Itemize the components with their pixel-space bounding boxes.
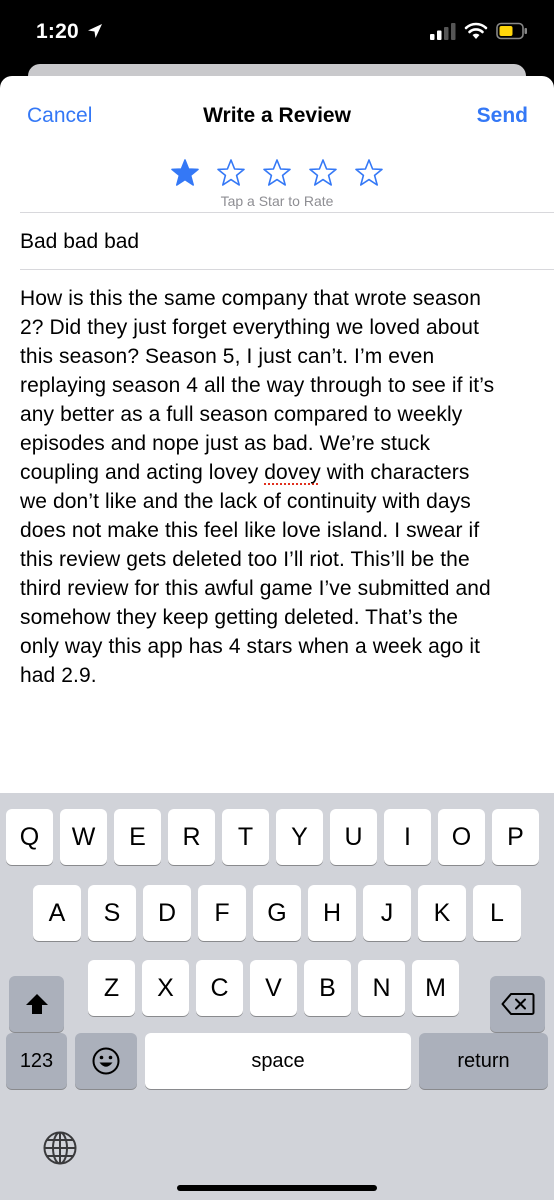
key-k[interactable]: K [418,885,466,941]
review-body-line: any better as a full season compared to … [20,403,463,426]
return-key[interactable]: return [419,1033,548,1089]
divider [20,212,554,213]
review-body-line: this season? Season 5, I just can’t. I’m… [20,345,435,368]
review-body-line: only way this app has 4 stars when a wee… [20,635,481,658]
key-a[interactable]: A [33,885,81,941]
home-indicator [177,1185,377,1191]
review-body-line: we don’t like and the lack of continuity… [20,490,471,513]
review-body-line: 2? Did they just forget everything we lo… [20,316,480,339]
star-rating[interactable] [0,158,554,188]
space-key[interactable]: space [145,1033,411,1089]
key-g[interactable]: G [253,885,301,941]
send-button[interactable]: Send [477,104,528,128]
key-c[interactable]: C [196,960,243,1016]
misspelled-word: dovey [264,461,321,484]
divider [20,269,554,270]
key-e[interactable]: E [114,809,161,865]
shift-icon [25,994,48,1014]
status-time: 1:20 [36,20,79,43]
battery-icon [496,22,527,40]
key-f[interactable]: F [198,885,246,941]
review-body-line: somehow they keep getting deleted. That’… [20,606,459,629]
emoji-icon [92,1047,120,1075]
key-p[interactable]: P [492,809,539,865]
star-outline-icon[interactable] [262,158,292,188]
star-filled-icon[interactable] [170,158,200,188]
review-body-input[interactable]: How is this the same company that wrote … [20,284,542,690]
review-body-line: replaying season 4 all the way through t… [20,374,495,397]
key-j[interactable]: J [363,885,411,941]
key-u[interactable]: U [330,809,377,865]
key-t[interactable]: T [222,809,269,865]
nav-bar: Cancel Write a Review Send [0,76,554,156]
cancel-button[interactable]: Cancel [27,104,92,128]
location-arrow-icon [88,24,102,38]
key-m[interactable]: M [412,960,459,1016]
star-outline-icon[interactable] [308,158,338,188]
emoji-key[interactable] [75,1033,137,1089]
rating-hint: Tap a Star to Rate [220,193,334,209]
review-body-line: this review gets deleted too I’ll riot. … [20,548,470,571]
review-title-input[interactable]: Bad bad bad [20,230,139,254]
globe-icon[interactable] [42,1130,78,1166]
key-n[interactable]: N [358,960,405,1016]
key-x[interactable]: X [142,960,189,1016]
backspace-icon [501,993,534,1015]
key-z[interactable]: Z [88,960,135,1016]
key-d[interactable]: D [143,885,191,941]
status-bar: 1:20 [0,0,554,64]
key-y[interactable]: Y [276,809,323,865]
key-o[interactable]: O [438,809,485,865]
wifi-icon [464,22,488,39]
key-l[interactable]: L [473,885,521,941]
key-r[interactable]: R [168,809,215,865]
review-body-line: does not make this feel like love island… [20,519,480,542]
review-body-line: episodes and nope just as bad. We’re stu… [20,432,431,455]
backspace-key[interactable] [490,976,545,1032]
shift-key[interactable] [9,976,64,1032]
signal-icon [430,23,456,40]
numbers-key[interactable]: 123 [6,1033,67,1089]
key-s[interactable]: S [88,885,136,941]
review-body-line: had 2.9. [20,664,97,687]
status-indicators [430,22,528,40]
key-b[interactable]: B [304,960,351,1016]
key-v[interactable]: V [250,960,297,1016]
review-body-line: coupling and acting lovey dovey with cha… [20,461,470,484]
keyboard: 123 space return QWERTYUIOP ASDFGHJKL ZXCV… [0,793,554,1200]
key-h[interactable]: H [308,885,356,941]
review-body-line: third review for this awful game I’ve su… [20,577,491,600]
key-q[interactable]: Q [6,809,53,865]
star-outline-icon[interactable] [216,158,246,188]
key-w[interactable]: W [60,809,107,865]
review-body-line: How is this the same company that wrote … [20,287,481,310]
star-outline-icon[interactable] [354,158,384,188]
key-i[interactable]: I [384,809,431,865]
